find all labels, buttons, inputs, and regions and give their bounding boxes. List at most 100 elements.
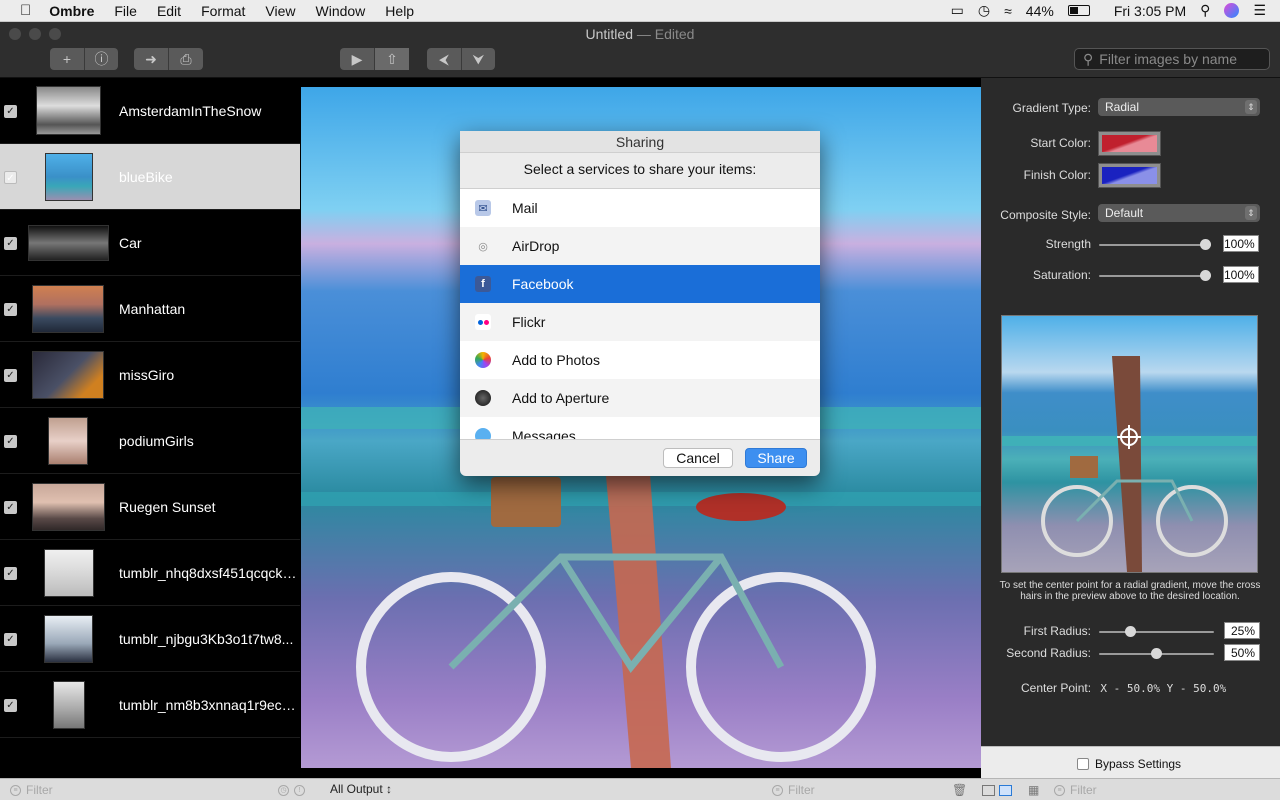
image-row[interactable]: ✓ Ruegen Sunset	[0, 474, 300, 540]
filter-images-field[interactable]: ⚲ Filter images by name	[1074, 48, 1270, 70]
filter-icon: ≡	[10, 784, 21, 796]
sidebar-filter-field[interactable]: ≡ Filter	[10, 782, 53, 798]
service-item-mail[interactable]: ✉ Mail	[460, 189, 820, 227]
checkbox-box[interactable]	[1077, 758, 1089, 770]
menu-help[interactable]: Help	[385, 3, 414, 19]
saturation-slider[interactable]	[1099, 270, 1211, 281]
image-name: podiumGirls	[119, 432, 194, 449]
inspector-toggle-icon[interactable]	[999, 782, 1012, 798]
service-item-airdrop[interactable]: ◎ AirDrop	[460, 227, 820, 265]
strength-slider[interactable]	[1099, 239, 1211, 250]
cancel-button[interactable]: Cancel	[663, 448, 733, 468]
battery-icon[interactable]	[1067, 5, 1090, 16]
notification-center-icon[interactable]: ☰	[1253, 2, 1266, 19]
first-radius-slider-knob[interactable]	[1125, 626, 1136, 637]
rotate-right-icon[interactable]: ⮟	[461, 48, 495, 70]
image-row[interactable]: ✓ tumblr_njbgu3Kb3o1t7tw8...	[0, 606, 300, 672]
messages-icon	[475, 428, 491, 439]
right-filter-field[interactable]: ≡ Filter	[1054, 782, 1097, 798]
menu-app-name[interactable]: Ombre	[49, 3, 94, 19]
document-title: Untitled	[585, 26, 633, 42]
spotlight-search-icon[interactable]: ⚲	[1200, 2, 1210, 19]
second-radius-slider[interactable]	[1099, 648, 1214, 659]
output-selector[interactable]: All Output ↕	[330, 782, 392, 796]
gradient-type-value: Radial	[1105, 100, 1140, 114]
image-row[interactable]: ✓ tumblr_nm8b3xnnaq1r9ecc...	[0, 672, 300, 738]
rotate-left-icon[interactable]: ⮜	[427, 48, 461, 70]
second-radius-value[interactable]: 50%	[1224, 644, 1260, 661]
siri-icon[interactable]	[1224, 3, 1240, 18]
sidebar-toggle-icon[interactable]	[982, 782, 995, 798]
service-label: Flickr	[512, 314, 546, 330]
menu-bar:  Ombre File Edit Format View Window Hel…	[0, 0, 1280, 22]
service-item-facebook[interactable]: f Facebook	[460, 265, 820, 303]
finish-color-well[interactable]	[1098, 163, 1161, 188]
info-icon[interactable]: ⓘ	[84, 48, 118, 70]
center-point-crosshair[interactable]	[1117, 425, 1141, 449]
chevron-updown-icon: ⇕	[1245, 100, 1257, 114]
image-checkbox[interactable]: ✓	[4, 303, 17, 316]
export-arrow-icon[interactable]: ➜	[134, 48, 168, 70]
first-radius-value[interactable]: 25%	[1224, 622, 1260, 639]
image-checkbox[interactable]: ✓	[4, 171, 17, 184]
image-row[interactable]: ✓ missGiro	[0, 342, 300, 408]
service-item-messages[interactable]: Messages	[460, 417, 820, 439]
saturation-value[interactable]: 100%	[1223, 266, 1259, 283]
strength-slider-knob[interactable]	[1200, 239, 1211, 250]
image-name: Ruegen Sunset	[119, 498, 216, 515]
menu-file[interactable]: File	[114, 3, 137, 19]
grid-view-icon[interactable]: ▦	[1028, 782, 1039, 798]
composite-style-value: Default	[1105, 206, 1144, 220]
gradient-settings-panel: Gradient Type: Radial ⇕ Start Color: Fin…	[981, 78, 1280, 778]
sharing-sheet: Sharing Select a services to share your …	[460, 131, 820, 476]
image-row[interactable]: ✓ AmsterdamInTheSnow	[0, 78, 300, 144]
print-icon[interactable]: ⎙	[168, 48, 203, 70]
second-radius-slider-knob[interactable]	[1151, 648, 1162, 659]
share-button[interactable]: Share	[745, 448, 807, 468]
image-checkbox[interactable]: ✓	[4, 501, 17, 514]
service-item-photos[interactable]: Add to Photos	[460, 341, 820, 379]
wifi-icon[interactable]: ≈	[1004, 3, 1012, 19]
image-row[interactable]: ✓ blueBike	[0, 144, 300, 210]
warning-icon[interactable]: !	[294, 782, 305, 798]
image-checkbox[interactable]: ✓	[4, 369, 17, 382]
start-color-swatch	[1102, 135, 1157, 152]
gradient-type-popup[interactable]: Radial ⇕	[1098, 98, 1260, 116]
service-item-aperture[interactable]: Add to Aperture	[460, 379, 820, 417]
saturation-slider-knob[interactable]	[1200, 270, 1211, 281]
strength-value[interactable]: 100%	[1223, 235, 1259, 252]
image-row[interactable]: ✓ tumblr_nhq8dxsf451qcqckt...	[0, 540, 300, 606]
image-row[interactable]: ✓ Manhattan	[0, 276, 300, 342]
menu-window[interactable]: Window	[316, 3, 366, 19]
clock[interactable]: Fri 3:05 PM	[1114, 3, 1186, 19]
image-checkbox[interactable]: ✓	[4, 699, 17, 712]
image-thumbnail	[44, 549, 94, 597]
airplay-icon[interactable]: ▭	[951, 2, 964, 19]
menu-edit[interactable]: Edit	[157, 3, 181, 19]
service-item-flickr[interactable]: Flickr	[460, 303, 820, 341]
trash-icon[interactable]: 🗑	[952, 782, 967, 798]
center-point-value: X - 50.0% Y - 50.0%	[1100, 682, 1227, 695]
recent-icon[interactable]: ◷	[278, 782, 289, 798]
first-radius-slider[interactable]	[1099, 626, 1214, 637]
gradient-preview[interactable]	[1001, 315, 1258, 573]
apple-menu-icon[interactable]: 	[20, 2, 31, 19]
time-machine-icon[interactable]: ◷	[978, 2, 990, 19]
image-checkbox[interactable]: ✓	[4, 237, 17, 250]
start-color-well[interactable]	[1098, 131, 1161, 156]
composite-style-popup[interactable]: Default ⇕	[1098, 204, 1260, 222]
image-checkbox[interactable]: ✓	[4, 105, 17, 118]
image-row[interactable]: ✓ podiumGirls	[0, 408, 300, 474]
share-icon[interactable]: ⇧	[374, 48, 409, 70]
menu-view[interactable]: View	[265, 3, 295, 19]
image-name: Manhattan	[119, 300, 186, 317]
image-row[interactable]: ✓ Car	[0, 210, 300, 276]
center-filter-field[interactable]: ≡ Filter	[772, 782, 815, 798]
slideshow-icon[interactable]: ▶	[340, 48, 374, 70]
image-checkbox[interactable]: ✓	[4, 633, 17, 646]
menu-format[interactable]: Format	[201, 3, 245, 19]
image-checkbox[interactable]: ✓	[4, 435, 17, 448]
add-icon[interactable]: +	[50, 48, 84, 70]
image-checkbox[interactable]: ✓	[4, 567, 17, 580]
bypass-settings-checkbox[interactable]: Bypass Settings	[1077, 757, 1181, 771]
